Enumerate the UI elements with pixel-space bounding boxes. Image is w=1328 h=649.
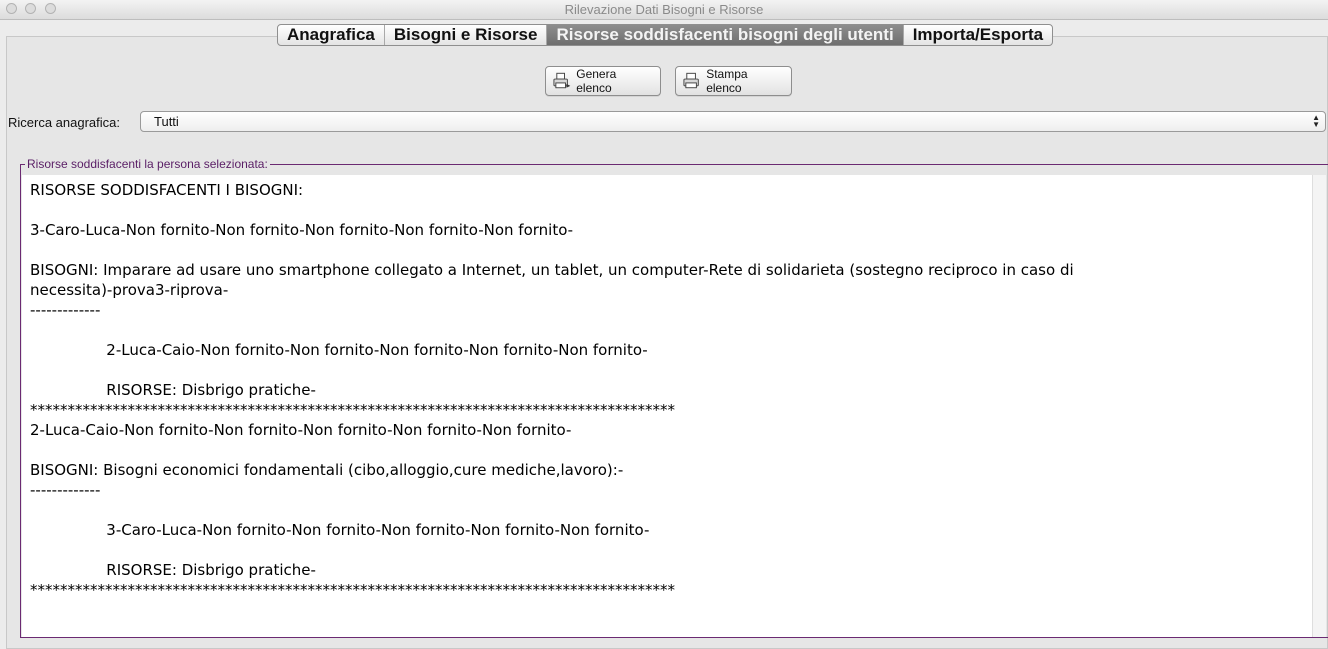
result-line xyxy=(30,200,1304,220)
genera-elenco-label: Genera elenco xyxy=(576,67,617,95)
tab-bisogni-e-risorse[interactable]: Bisogni e Risorse xyxy=(385,25,548,45)
result-line: necessita)-prova3-riprova- xyxy=(30,281,229,299)
result-line: RISORSE: Disbrigo pratiche- xyxy=(30,381,316,399)
selected-value: Tutti xyxy=(154,114,179,129)
result-line: 3-Caro-Luca-Non fornito-Non fornito-Non … xyxy=(30,221,574,239)
results-group-legend: Risorse soddisfacenti la persona selezio… xyxy=(25,157,270,171)
result-line xyxy=(30,320,1304,340)
results-text: RISORSE SODDISFACENTI I BISOGNI: 3-Caro-… xyxy=(30,180,1304,600)
printer-generate-icon xyxy=(553,72,571,89)
results-text-area[interactable]: RISORSE SODDISFACENTI I BISOGNI: 3-Caro-… xyxy=(22,175,1312,637)
result-line xyxy=(30,500,1304,520)
window-title: Rilevazione Dati Bisogni e Risorse xyxy=(564,2,764,17)
result-line xyxy=(30,540,1304,560)
tab-anagrafica[interactable]: Anagrafica xyxy=(278,25,385,45)
result-line xyxy=(30,240,1304,260)
stampa-elenco-button[interactable]: Stampa elenco xyxy=(675,66,792,96)
ricerca-anagrafica-select[interactable]: Tutti ▲ ▼ xyxy=(140,111,1326,132)
result-line: 2-Luca-Caio-Non fornito-Non fornito-Non … xyxy=(30,421,572,439)
result-line xyxy=(30,440,1304,460)
tab-importa-esporta[interactable]: Importa/Esporta xyxy=(904,25,1052,45)
result-line xyxy=(30,360,1304,380)
title-bar: Rilevazione Dati Bisogni e Risorse xyxy=(0,0,1328,20)
result-line: RISORSE: Disbrigo pratiche- xyxy=(30,561,316,579)
vertical-scrollbar[interactable] xyxy=(1312,175,1326,637)
stampa-elenco-label: Stampa elenco xyxy=(706,67,748,95)
result-line: BISOGNI: Imparare ad usare uno smartphon… xyxy=(30,261,1074,279)
result-line: 3-Caro-Luca-Non fornito-Non fornito-Non … xyxy=(30,521,650,539)
result-line: ------------- xyxy=(30,301,101,319)
ricerca-anagrafica-label: Ricerca anagrafica: xyxy=(8,115,120,130)
tab-bar: Anagrafica Bisogni e Risorse Risorse sod… xyxy=(277,24,1054,46)
result-line: BISOGNI: Bisogni economici fondamentali … xyxy=(30,461,624,479)
printer-icon xyxy=(683,72,699,89)
tab-risorse-soddisfacenti[interactable]: Risorse soddisfacenti bisogni degli uten… xyxy=(547,25,904,45)
genera-elenco-button[interactable]: Genera elenco xyxy=(545,66,661,96)
updown-arrows-icon: ▲ ▼ xyxy=(1312,113,1320,129)
result-line: ------------- xyxy=(30,481,101,499)
result-line: RISORSE SODDISFACENTI I BISOGNI: xyxy=(30,181,304,199)
result-line: ****************************************… xyxy=(30,401,675,419)
result-line: 2-Luca-Caio-Non fornito-Non fornito-Non … xyxy=(30,341,648,359)
result-line: ****************************************… xyxy=(30,581,675,599)
app-window: Rilevazione Dati Bisogni e Risorse Anagr… xyxy=(0,0,1328,649)
